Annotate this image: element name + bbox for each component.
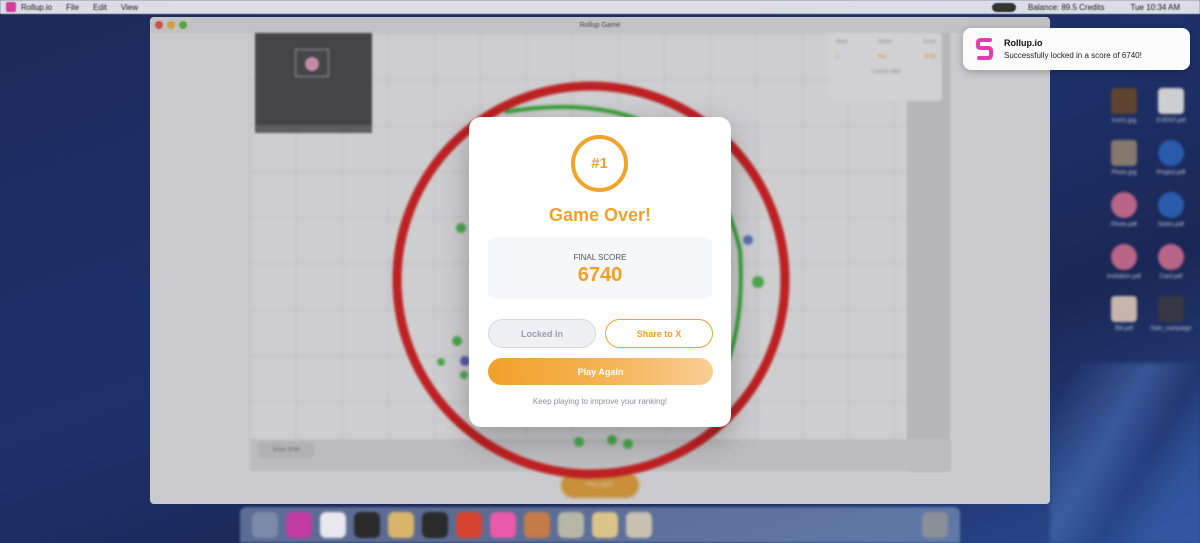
dock-app-icon[interactable] — [626, 512, 652, 538]
dock-app-icon[interactable] — [490, 512, 516, 538]
dock-app-icon[interactable] — [388, 512, 414, 538]
rollup-logo-icon — [974, 38, 996, 60]
rank-badge: #1 — [571, 135, 628, 192]
final-score-label: FINAL SCORE — [573, 253, 627, 262]
game-over-title: Game Over! — [548, 205, 652, 225]
share-to-x-button[interactable]: Share to X — [605, 319, 713, 348]
dock-app-icon[interactable] — [524, 512, 550, 538]
notification-title: Rollup.io — [1004, 38, 1043, 48]
notification-text: Rollup.io Successfully locked in a score… — [1004, 38, 1142, 60]
dock-app-icon[interactable] — [286, 512, 312, 538]
locked-in-button[interactable]: Locked In — [488, 319, 596, 348]
dock-app-icon[interactable] — [320, 512, 346, 538]
ranking-hint: Keep playing to improve your ranking! — [532, 397, 668, 406]
game-over-modal: #1 Game Over! FINAL SCORE 6740 Locked In… — [469, 117, 731, 427]
dock-app-icon[interactable] — [456, 512, 482, 538]
notification-banner[interactable]: Rollup.io Successfully locked in a score… — [963, 28, 1190, 70]
dock-app-icon[interactable] — [422, 512, 448, 538]
dock-app-icon[interactable] — [592, 512, 618, 538]
trash-icon[interactable] — [922, 512, 948, 538]
notification-message: Successfully locked in a score of 6740! — [1004, 51, 1142, 60]
dock-app-icon[interactable] — [354, 512, 380, 538]
final-score-box: FINAL SCORE 6740 — [488, 237, 712, 299]
dock-app-icon[interactable] — [558, 512, 584, 538]
play-again-button[interactable]: Play Again — [488, 358, 713, 385]
rank-value: #1 — [591, 155, 608, 172]
final-score-value: 6740 — [577, 264, 623, 286]
dock — [240, 507, 960, 543]
dock-app-icon[interactable] — [252, 512, 278, 538]
